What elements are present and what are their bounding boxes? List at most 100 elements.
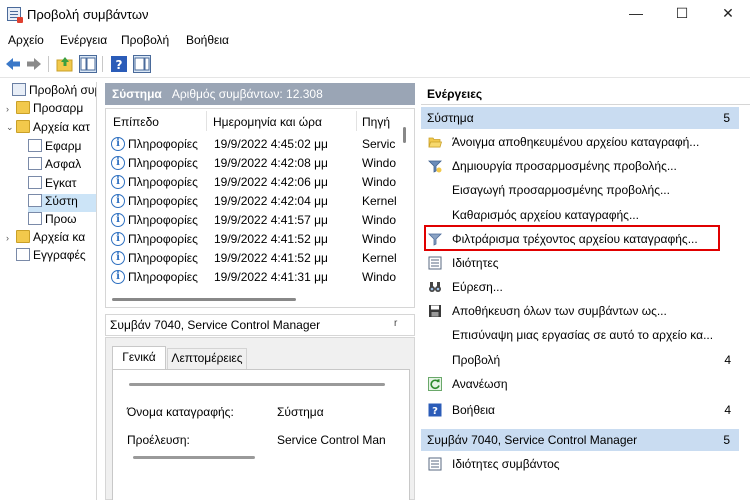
- table-row[interactable]: i Πληροφορίες 19/9/2022 4:41:52 μμ Kernel: [106, 249, 398, 268]
- toolbar-separator: [102, 56, 103, 72]
- svg-text:?: ?: [432, 406, 438, 417]
- event-detail-body: Όνομα καταγραφής: Σύστημα Προέλευση: Ser…: [112, 369, 410, 500]
- action-label: Βοήθεια: [452, 403, 495, 417]
- tree-item-app-service-logs[interactable]: › Αρχεία κα: [6, 230, 85, 248]
- datetime-cell: 19/9/2022 4:41:52 μμ: [214, 251, 328, 265]
- minimize-button[interactable]: —: [613, 0, 659, 28]
- title-bar: Προβολή συμβάντων — ☐ ✕: [0, 0, 750, 28]
- tree-item-root[interactable]: Προβολή συμ: [2, 83, 96, 101]
- action-import-custom-view[interactable]: Εισαγωγή προσαρμοσμένης προβολής...: [425, 178, 735, 202]
- menu-view[interactable]: Προβολή: [121, 33, 169, 47]
- show-hide-tree-icon[interactable]: [79, 55, 97, 73]
- tree-item-security[interactable]: Ασφαλ: [28, 157, 81, 175]
- tree-item-forwarded[interactable]: Προω: [28, 212, 77, 230]
- log-icon: [28, 139, 42, 153]
- info-icon: i: [111, 175, 125, 189]
- folder-icon: [16, 101, 30, 115]
- menu-action[interactable]: Ενέργεια: [60, 33, 107, 47]
- help-icon[interactable]: ?: [110, 55, 128, 73]
- column-divider[interactable]: [356, 111, 357, 131]
- up-folder-icon[interactable]: [56, 55, 74, 73]
- save-icon: [429, 305, 441, 317]
- source-cell: Windo: [362, 213, 397, 227]
- tree-item-label: Εγκατ: [45, 176, 77, 190]
- table-row[interactable]: i Πληροφορίες 19/9/2022 4:42:04 μμ Kernel: [106, 192, 398, 211]
- binoculars-icon: [429, 282, 441, 292]
- action-properties[interactable]: Ιδιότητες: [425, 251, 735, 275]
- chevron-down-icon[interactable]: ⌄: [6, 122, 16, 133]
- vertical-scrollbar[interactable]: [403, 127, 406, 143]
- source-cell: Windo: [362, 232, 397, 246]
- level-cell: Πληροφορίες: [128, 232, 198, 246]
- event-list: Επίπεδο Ημερομηνία και ώρα Πηγή i Πληροφο…: [105, 108, 415, 308]
- action-label: Ανανέωση: [452, 377, 508, 391]
- action-find[interactable]: Εύρεση...: [425, 275, 735, 299]
- tree-item-system[interactable]: Σύστη: [28, 194, 96, 212]
- menu-file[interactable]: Αρχείο: [8, 33, 44, 47]
- tree-item-label: Σύστη: [45, 194, 78, 208]
- menu-help[interactable]: Βοήθεια: [186, 33, 229, 47]
- section-expand-arrow[interactable]: 5: [723, 429, 730, 451]
- close-detail-icon[interactable]: r: [394, 318, 397, 329]
- tree-item-subscriptions[interactable]: Εγγραφές: [16, 248, 86, 266]
- action-help[interactable]: ? Βοήθεια 4: [425, 398, 735, 422]
- actions-scrollbar[interactable]: [741, 105, 750, 500]
- action-refresh[interactable]: Ανανέωση: [425, 372, 735, 396]
- table-row[interactable]: i Πληροφορίες 19/9/2022 4:41:57 μμ Windo: [106, 211, 398, 230]
- horizontal-scrollbar[interactable]: [112, 298, 296, 301]
- action-create-custom-view[interactable]: Δημιουργία προσαρμοσμένης προβολής...: [425, 154, 735, 178]
- source-label: Προέλευση:: [127, 433, 190, 447]
- source-cell: Windo: [362, 270, 397, 284]
- tree-item-label: Ασφαλ: [45, 157, 82, 171]
- level-cell: Πληροφορίες: [128, 251, 198, 265]
- column-header-level[interactable]: Επίπεδο: [113, 115, 159, 129]
- tree-item-custom-views[interactable]: › Προσαρμ: [6, 101, 83, 119]
- tree-item-application[interactable]: Εφαρμ: [28, 139, 81, 157]
- section-title: Σύστημα: [427, 111, 474, 125]
- maximize-button[interactable]: ☐: [659, 0, 705, 28]
- datetime-cell: 19/9/2022 4:45:02 μμ: [214, 137, 328, 151]
- window-title: Προβολή συμβάντων: [27, 7, 149, 22]
- actions-section-event[interactable]: Συμβάν 7040, Service Control Manager 5: [421, 429, 739, 451]
- column-header-datetime[interactable]: Ημερομηνία και ώρα: [213, 115, 322, 129]
- actions-section-system[interactable]: Σύστημα 5: [421, 107, 739, 129]
- description-line: [129, 383, 385, 386]
- tree-item-label: Αρχεία κατ: [33, 120, 90, 134]
- source-cell: Servic: [362, 137, 396, 151]
- datetime-cell: 19/9/2022 4:42:04 μμ: [214, 194, 328, 208]
- log-name-label: Όνομα καταγραφής:: [127, 405, 234, 419]
- event-viewer-icon: [12, 83, 26, 97]
- tree-item-windows-logs[interactable]: ⌄ Αρχεία κατ: [6, 120, 90, 138]
- action-attach-task[interactable]: Επισύναψη μιας εργασίας σε αυτό το αρχεί…: [425, 323, 735, 347]
- action-save-all-events[interactable]: Αποθήκευση όλων των συμβάντων ως...: [425, 299, 735, 323]
- log-name-value: Σύστημα: [277, 405, 324, 419]
- table-row[interactable]: i Πληροφορίες 19/9/2022 4:41:31 μμ Windo: [106, 268, 398, 287]
- log-icon: [28, 194, 42, 208]
- table-row[interactable]: i Πληροφορίες 19/9/2022 4:42:08 μμ Windo: [106, 154, 398, 173]
- table-row[interactable]: i Πληροφορίες 19/9/2022 4:45:02 μμ Servic: [106, 135, 398, 154]
- log-header: Σύστημα Αριθμός συμβάντων: 12.308: [105, 83, 415, 105]
- show-hide-action-pane-icon[interactable]: [133, 55, 151, 73]
- tree-item-setup[interactable]: Εγκατ: [28, 176, 77, 194]
- chevron-right-icon[interactable]: ›: [6, 104, 16, 114]
- action-clear-log[interactable]: Καθαρισμός αρχείου καταγραφής...: [425, 203, 735, 227]
- info-icon: i: [111, 270, 125, 284]
- tab-details[interactable]: Λεπτομέρειες: [167, 348, 247, 369]
- menu-bar: Αρχείο Ενέργεια Προβολή Βοήθεια: [0, 30, 750, 50]
- action-open-saved-log[interactable]: Άνοιγμα αποθηκευμένου αρχείου καταγραφή.…: [425, 130, 735, 154]
- detail-scrollbar[interactable]: [133, 456, 255, 459]
- close-button[interactable]: ✕: [705, 0, 750, 28]
- forward-arrow-icon[interactable]: [25, 55, 43, 73]
- back-arrow-icon[interactable]: [4, 55, 22, 73]
- action-event-properties[interactable]: Ιδιότητες συμβάντος: [425, 452, 735, 476]
- section-expand-arrow[interactable]: 5: [723, 107, 730, 129]
- info-icon: i: [111, 213, 125, 227]
- table-row[interactable]: i Πληροφορίες 19/9/2022 4:42:06 μμ Windo: [106, 173, 398, 192]
- column-divider[interactable]: [206, 111, 207, 131]
- action-view[interactable]: Προβολή 4: [425, 348, 735, 372]
- chevron-right-icon[interactable]: ›: [6, 233, 16, 243]
- tab-general[interactable]: Γενικά: [112, 346, 166, 369]
- column-header-source[interactable]: Πηγή: [362, 115, 390, 129]
- action-label: Καθαρισμός αρχείου καταγραφής...: [452, 208, 639, 222]
- table-row[interactable]: i Πληροφορίες 19/9/2022 4:41:52 μμ Windo: [106, 230, 398, 249]
